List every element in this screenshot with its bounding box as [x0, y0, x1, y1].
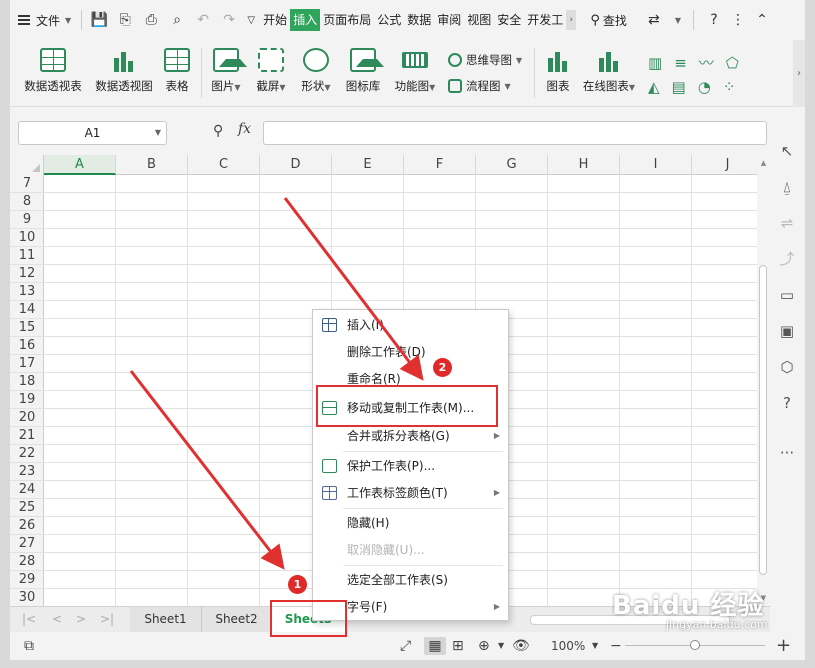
arrow-to-sheet-tab: [129, 370, 285, 570]
step-badge-1: 1: [288, 575, 307, 594]
annotation-arrows: [129, 197, 424, 570]
watermark: Baidu 经验: [612, 591, 765, 621]
watermark-url: jingyan.baidu.com: [666, 618, 768, 631]
arrow-to-move-copy: [283, 197, 424, 381]
step-badge-2: 2: [433, 358, 452, 377]
